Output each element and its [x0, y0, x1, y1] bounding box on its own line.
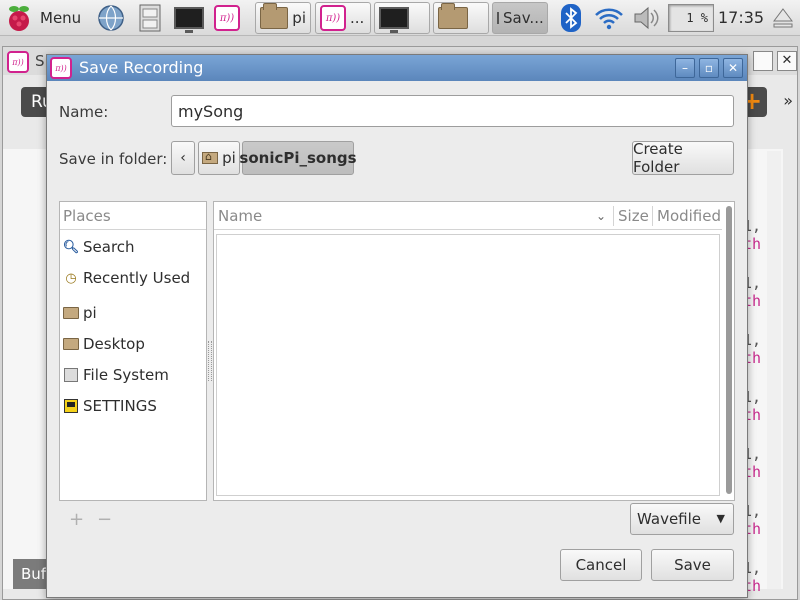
- places-header: Places: [60, 202, 206, 230]
- editor-scrollbar[interactable]: [767, 151, 781, 589]
- maximize-icon[interactable]: ▫: [699, 58, 719, 78]
- monitor-icon: [379, 7, 409, 33]
- folder-icon: [438, 3, 468, 29]
- file-list[interactable]: [216, 234, 720, 496]
- place-label: SETTINGS: [83, 397, 157, 415]
- raspberry-pi-icon: [9, 6, 29, 31]
- clock[interactable]: 17:35: [718, 0, 764, 36]
- home-folder-icon: [63, 307, 79, 319]
- eject-icon: [773, 8, 793, 28]
- column-modified[interactable]: Modified: [657, 202, 721, 230]
- terminal-launcher[interactable]: [174, 2, 204, 34]
- desktop-folder-icon: [63, 338, 79, 350]
- place-file-system[interactable]: File System: [63, 363, 169, 387]
- clock-icon: ◷: [65, 270, 77, 286]
- search-icon: 🔍︎: [62, 239, 80, 255]
- place-desktop[interactable]: Desktop: [63, 332, 145, 356]
- volume-applet[interactable]: [632, 2, 662, 34]
- pane-resize-handle[interactable]: [207, 201, 212, 501]
- file-type-value: Wavefile: [637, 510, 702, 528]
- monitor-icon: [174, 7, 204, 33]
- column-size[interactable]: Size: [618, 202, 649, 230]
- sonic-pi-icon: π)): [50, 57, 72, 79]
- column-name[interactable]: Name: [218, 202, 262, 230]
- folder-icon: [260, 3, 289, 29]
- task-sonic-pi[interactable]: π)) ...: [315, 2, 371, 34]
- window-icon: [497, 12, 499, 24]
- dropdown-arrow-icon: ▼: [716, 512, 725, 525]
- eject-applet[interactable]: [772, 2, 794, 34]
- wifi-icon: [595, 8, 623, 30]
- place-label: Desktop: [83, 335, 145, 353]
- task-folder[interactable]: [433, 2, 489, 34]
- path-segment-label: pi: [222, 149, 236, 167]
- folder-label: Save in folder:: [59, 150, 168, 168]
- bluetooth-icon: [561, 4, 581, 32]
- sonic-pi-icon: π)): [320, 5, 346, 31]
- cpu-monitor[interactable]: 1 %: [668, 4, 714, 32]
- save-button[interactable]: Save: [651, 549, 734, 581]
- cancel-button[interactable]: Cancel: [560, 549, 642, 581]
- place-label: File System: [83, 366, 169, 384]
- menu-label: Menu: [40, 9, 82, 27]
- remove-place-icon[interactable]: −: [97, 509, 112, 530]
- browser-launcher[interactable]: [96, 2, 126, 34]
- place-settings[interactable]: SETTINGS: [63, 394, 157, 418]
- task-label: Sav...: [503, 9, 544, 27]
- task-label: ...: [350, 9, 365, 27]
- drive-icon: [64, 368, 78, 382]
- maximize-icon[interactable]: [753, 51, 773, 71]
- task-label: pi: [292, 9, 306, 27]
- places-pane: Places 🔍︎ Search ◷ Recently Used pi Desk…: [59, 201, 207, 501]
- path-segment-pi[interactable]: pi: [198, 141, 240, 175]
- close-icon[interactable]: ✕: [777, 51, 797, 71]
- buffer-tab[interactable]: Buff: [13, 559, 49, 589]
- sonic-pi-icon: π)): [7, 51, 29, 73]
- place-label: pi: [83, 304, 97, 322]
- dialog-title: Save Recording: [79, 58, 204, 77]
- toolbar-overflow-icon[interactable]: »: [783, 91, 793, 110]
- add-place-icon[interactable]: +: [69, 509, 84, 530]
- bluetooth-applet[interactable]: [560, 2, 582, 34]
- file-manager-launcher[interactable]: [138, 2, 162, 34]
- wifi-applet[interactable]: [594, 2, 624, 34]
- sonic-pi-launcher[interactable]: π)): [214, 2, 240, 34]
- chevron-left-icon: ‹: [180, 150, 186, 166]
- name-label: Name:: [59, 103, 109, 121]
- chevron-down-icon[interactable]: ⌄: [596, 202, 606, 230]
- home-folder-icon: [202, 150, 219, 164]
- path-back-button[interactable]: ‹: [171, 141, 195, 175]
- file-type-select[interactable]: Wavefile ▼: [630, 503, 734, 535]
- name-input[interactable]: [171, 95, 734, 127]
- globe-icon: [98, 5, 124, 31]
- task-save-recording[interactable]: Sav...: [492, 2, 548, 34]
- task-terminal[interactable]: [374, 2, 430, 34]
- create-folder-button[interactable]: Create Folder: [632, 140, 734, 176]
- sonic-pi-title: S: [35, 52, 45, 70]
- save-recording-dialog: π)) Save Recording – ▫ ✕ Name: Save in f…: [46, 54, 748, 598]
- place-label: Recently Used: [83, 269, 191, 287]
- sonic-pi-icon: π)): [214, 5, 240, 31]
- close-icon[interactable]: ✕: [723, 58, 743, 78]
- file-list-scrollbar[interactable]: [726, 206, 732, 494]
- place-pi[interactable]: pi: [63, 301, 97, 325]
- place-recently-used[interactable]: ◷ Recently Used: [63, 266, 190, 290]
- minimize-icon[interactable]: –: [675, 58, 695, 78]
- place-search[interactable]: 🔍︎ Search: [63, 235, 135, 259]
- path-segment-label: sonicPi_songs: [239, 149, 357, 167]
- file-list-header: Name ⌄ Size Modified: [214, 202, 722, 230]
- cabinet-icon: [139, 4, 161, 32]
- file-list-pane: Name ⌄ Size Modified: [213, 201, 735, 501]
- task-file-manager[interactable]: pi: [255, 2, 311, 34]
- dialog-titlebar[interactable]: π)) Save Recording – ▫ ✕: [47, 55, 747, 81]
- speaker-icon: [634, 6, 659, 30]
- place-label: Search: [83, 238, 135, 256]
- taskbar: Menu π)) pi π)) ... Sav... 1 % 17:35: [0, 0, 800, 36]
- sd-card-icon: [64, 399, 78, 413]
- path-segment-sonicpi-songs[interactable]: sonicPi_songs: [239, 141, 357, 175]
- menu-button[interactable]: Menu: [4, 2, 81, 34]
